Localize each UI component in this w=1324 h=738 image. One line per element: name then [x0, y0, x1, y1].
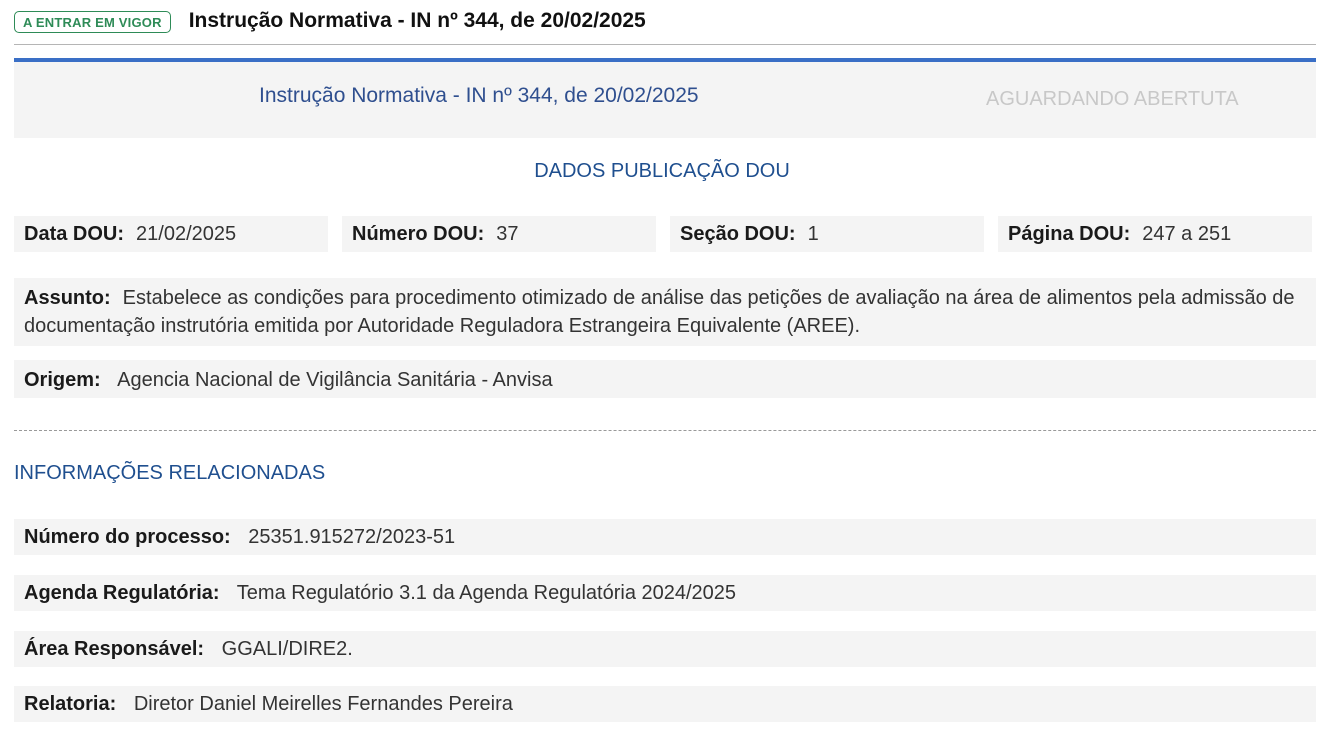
- agenda-value: Tema Regulatório 3.1 da Agenda Regulatór…: [236, 582, 737, 604]
- numero-dou-value: 37: [496, 222, 519, 245]
- origem-label: Origem:: [24, 369, 101, 391]
- relatoria-value: Diretor Daniel Meirelles Fernandes Perei…: [133, 693, 513, 715]
- origem-field: Origem: Agencia Nacional de Vigilância S…: [14, 360, 1316, 398]
- area-label: Área Responsável:: [24, 638, 205, 660]
- page: A ENTRAR EM VIGOR Instrução Normativa - …: [0, 0, 1324, 738]
- area-value: GGALI/DIRE2.: [221, 638, 353, 660]
- numero-dou-label: Número DOU:: [352, 222, 485, 245]
- document-header: Instrução Normativa - IN nº 344, de 20/0…: [14, 58, 1316, 138]
- origem-value: Agencia Nacional de Vigilância Sanitária…: [117, 369, 553, 391]
- header-title: Instrução Normativa - IN nº 344, de 20/0…: [259, 84, 699, 107]
- agenda-label: Agenda Regulatória:: [24, 582, 220, 604]
- dou-section-title: DADOS PUBLICAÇÃO DOU: [534, 160, 790, 182]
- assunto-field: Assunto: Estabelece as condições para pro…: [14, 278, 1316, 346]
- secao-dou-value: 1: [807, 222, 819, 245]
- pagina-dou-value: 247 a 251: [1142, 222, 1232, 245]
- section-divider: [14, 430, 1316, 431]
- relatoria-field: Relatoria: Diretor Daniel Meirelles Fern…: [14, 686, 1316, 722]
- related-section-title: INFORMAÇÕES RELACIONADAS: [14, 462, 326, 484]
- assunto-label: Assunto:: [24, 287, 111, 309]
- data-dou-label: Data DOU:: [24, 222, 125, 245]
- processo-value: 25351.915272/2023-51: [248, 526, 456, 548]
- secao-dou-field: Seção DOU: 1: [670, 216, 984, 252]
- pagina-dou-label: Página DOU:: [1008, 222, 1131, 245]
- data-dou-field: Data DOU: 21/02/2025: [14, 216, 328, 252]
- page-title: Instrução Normativa - IN nº 344, de 20/0…: [188, 9, 646, 32]
- agenda-field: Agenda Regulatória: Tema Regulatório 3.1…: [14, 575, 1316, 611]
- data-dou-value: 21/02/2025: [136, 222, 237, 245]
- processo-field: Número do processo: 25351.915272/2023-51: [14, 519, 1316, 555]
- numero-dou-field: Número DOU: 37: [342, 216, 656, 252]
- pagina-dou-field: Página DOU: 247 a 251: [998, 216, 1312, 252]
- processo-label: Número do processo:: [24, 526, 231, 548]
- header-status: AGUARDANDO ABERTUTA: [986, 88, 1239, 110]
- top-bar: A ENTRAR EM VIGOR Instrução Normativa - …: [14, 6, 1316, 44]
- top-divider: [14, 44, 1316, 45]
- secao-dou-label: Seção DOU:: [680, 222, 796, 245]
- relatoria-label: Relatoria:: [24, 693, 117, 715]
- area-field: Área Responsável: GGALI/DIRE2.: [14, 631, 1316, 667]
- status-badge: A ENTRAR EM VIGOR: [14, 11, 171, 33]
- assunto-value: Estabelece as condições para procediment…: [24, 287, 1295, 337]
